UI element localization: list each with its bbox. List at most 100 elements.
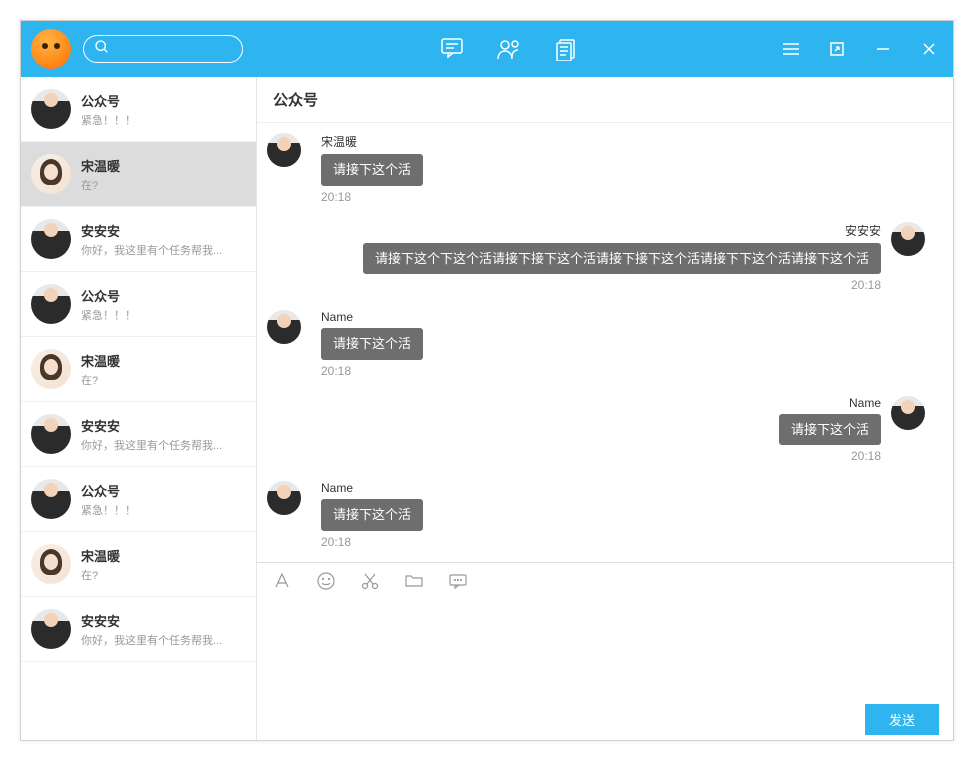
contact-item[interactable]: 公众号紧急！！！ bbox=[21, 272, 256, 337]
avatar bbox=[891, 396, 925, 430]
contact-preview: 紧急！！！ bbox=[81, 112, 246, 128]
message-time: 20:18 bbox=[321, 190, 423, 204]
message-content: Name 请接下这个活 20:18 bbox=[321, 481, 423, 549]
avatar bbox=[891, 222, 925, 256]
contact-name: 安安安 bbox=[81, 221, 246, 240]
contact-name: 公众号 bbox=[81, 481, 246, 500]
chat-title: 公众号 bbox=[257, 77, 953, 123]
contact-info: 宋温暖在? bbox=[81, 546, 246, 583]
files-tab-icon[interactable] bbox=[552, 35, 580, 63]
emoji-icon[interactable] bbox=[315, 570, 337, 592]
avatar bbox=[31, 609, 71, 649]
app-body: 公众号紧急！！！宋温暖在?安安安你好，我这里有个任务帮我...公众号紧急！！！宋… bbox=[21, 77, 953, 740]
send-button[interactable]: 发送 bbox=[865, 704, 939, 735]
contact-item[interactable]: 安安安你好，我这里有个任务帮我... bbox=[21, 402, 256, 467]
contact-item[interactable]: 宋温暖在? bbox=[21, 532, 256, 597]
avatar bbox=[31, 219, 71, 259]
contact-name: 宋温暖 bbox=[81, 351, 246, 370]
editor-toolbar bbox=[257, 562, 953, 598]
folder-icon[interactable] bbox=[403, 570, 425, 592]
chat-tab-icon[interactable] bbox=[440, 35, 468, 63]
contact-info: 宋温暖在? bbox=[81, 351, 246, 388]
app-logo bbox=[31, 29, 71, 69]
avatar bbox=[31, 544, 71, 584]
contact-preview: 在? bbox=[81, 177, 246, 193]
avatar bbox=[267, 133, 301, 167]
contact-info: 安安安你好，我这里有个任务帮我... bbox=[81, 416, 246, 453]
minimize-icon[interactable] bbox=[869, 35, 897, 63]
avatar bbox=[267, 310, 301, 344]
search-input[interactable] bbox=[116, 42, 232, 57]
avatar bbox=[31, 414, 71, 454]
message-content: 宋温暖请接下这个活 20:18 bbox=[321, 133, 423, 204]
contact-info: 宋温暖在? bbox=[81, 156, 246, 193]
message-row: Name请接下这个活20:18 bbox=[267, 396, 935, 464]
message-content: Name请接下这个活20:18 bbox=[779, 396, 881, 464]
maximize-icon[interactable] bbox=[823, 35, 851, 63]
search-box[interactable] bbox=[83, 35, 243, 63]
message-bubble: 请接下这个活 bbox=[321, 499, 423, 531]
message-row: 宋温暖请接下这个活 20:18 bbox=[267, 133, 935, 204]
contact-preview: 你好，我这里有个任务帮我... bbox=[81, 242, 246, 258]
chat-area: 公众号 宋温暖请接下这个活20:18安安安请接下这个下这个活请接下接下这个活请接… bbox=[257, 77, 953, 740]
scissors-icon[interactable] bbox=[359, 570, 381, 592]
contact-info: 安安安你好，我这里有个任务帮我... bbox=[81, 221, 246, 258]
contact-preview: 紧急！！！ bbox=[81, 502, 246, 518]
contact-preview: 你好，我这里有个任务帮我... bbox=[81, 632, 246, 648]
contact-item[interactable]: 安安安你好，我这里有个任务帮我... bbox=[21, 207, 256, 272]
contact-info: 公众号紧急！！！ bbox=[81, 481, 246, 518]
contact-item[interactable]: 安安安你好，我这里有个任务帮我... bbox=[21, 597, 256, 662]
contact-info: 公众号紧急！！！ bbox=[81, 91, 246, 128]
message-row: Name 请接下这个活 20:18 bbox=[267, 481, 935, 549]
message-sender: Name bbox=[321, 481, 423, 495]
contact-name: 安安安 bbox=[81, 416, 246, 435]
titlebar bbox=[21, 21, 953, 77]
window-controls bbox=[777, 35, 943, 63]
message-sender: 宋温暖 bbox=[321, 133, 423, 150]
avatar bbox=[31, 154, 71, 194]
titlebar-tabs bbox=[243, 35, 777, 63]
message-bubble: 请接下这个下这个活请接下接下这个活请接下接下这个活请接下下这个活请接下这个活 bbox=[363, 243, 881, 275]
contact-name: 安安安 bbox=[81, 611, 246, 630]
contact-preview: 在? bbox=[81, 372, 246, 388]
contact-item[interactable]: 宋温暖在? bbox=[21, 337, 256, 402]
message-time: 20:18 bbox=[321, 535, 423, 549]
avatar bbox=[31, 89, 71, 129]
message-row: Name请接下这个活20:18 bbox=[267, 310, 935, 378]
message-row: 安安安请接下这个下这个活请接下接下这个活请接下接下这个活请接下下这个活请接下这个… bbox=[267, 222, 935, 293]
contact-name: 公众号 bbox=[81, 91, 246, 110]
font-icon[interactable] bbox=[271, 570, 293, 592]
avatar bbox=[31, 349, 71, 389]
contact-item[interactable]: 公众号紧急！！！ bbox=[21, 467, 256, 532]
contact-info: 公众号紧急！！！ bbox=[81, 286, 246, 323]
send-bar: 发送 bbox=[257, 698, 953, 740]
search-icon bbox=[94, 39, 110, 60]
app-window: 公众号紧急！！！宋温暖在?安安安你好，我这里有个任务帮我...公众号紧急！！！宋… bbox=[20, 20, 954, 741]
contact-name: 公众号 bbox=[81, 286, 246, 305]
message-input-area bbox=[257, 598, 953, 698]
message-time: 20:18 bbox=[321, 364, 423, 378]
close-icon[interactable] bbox=[915, 35, 943, 63]
message-icon[interactable] bbox=[447, 570, 469, 592]
contact-sidebar[interactable]: 公众号紧急！！！宋温暖在?安安安你好，我这里有个任务帮我...公众号紧急！！！宋… bbox=[21, 77, 257, 740]
message-bubble: 请接下这个活 bbox=[321, 154, 423, 186]
message-bubble: 请接下这个活 bbox=[779, 414, 881, 446]
contact-preview: 紧急！！！ bbox=[81, 307, 246, 323]
avatar bbox=[31, 479, 71, 519]
avatar bbox=[31, 284, 71, 324]
message-time: 20:18 bbox=[851, 449, 881, 463]
message-bubble: 请接下这个活 bbox=[321, 328, 423, 360]
contacts-tab-icon[interactable] bbox=[496, 35, 524, 63]
message-list[interactable]: 宋温暖请接下这个活20:18安安安请接下这个下这个活请接下接下这个活请接下接下这… bbox=[257, 123, 953, 562]
message-input[interactable] bbox=[271, 606, 939, 690]
contact-preview: 在? bbox=[81, 567, 246, 583]
menu-icon[interactable] bbox=[777, 35, 805, 63]
message-time: 20:18 bbox=[851, 278, 881, 292]
message-content: Name请接下这个活20:18 bbox=[321, 310, 423, 378]
contact-name: 宋温暖 bbox=[81, 546, 246, 565]
contact-name: 宋温暖 bbox=[81, 156, 246, 175]
contact-item[interactable]: 宋温暖在? bbox=[21, 142, 256, 207]
contact-item[interactable]: 公众号紧急！！！ bbox=[21, 77, 256, 142]
contact-preview: 你好，我这里有个任务帮我... bbox=[81, 437, 246, 453]
avatar bbox=[267, 481, 301, 515]
